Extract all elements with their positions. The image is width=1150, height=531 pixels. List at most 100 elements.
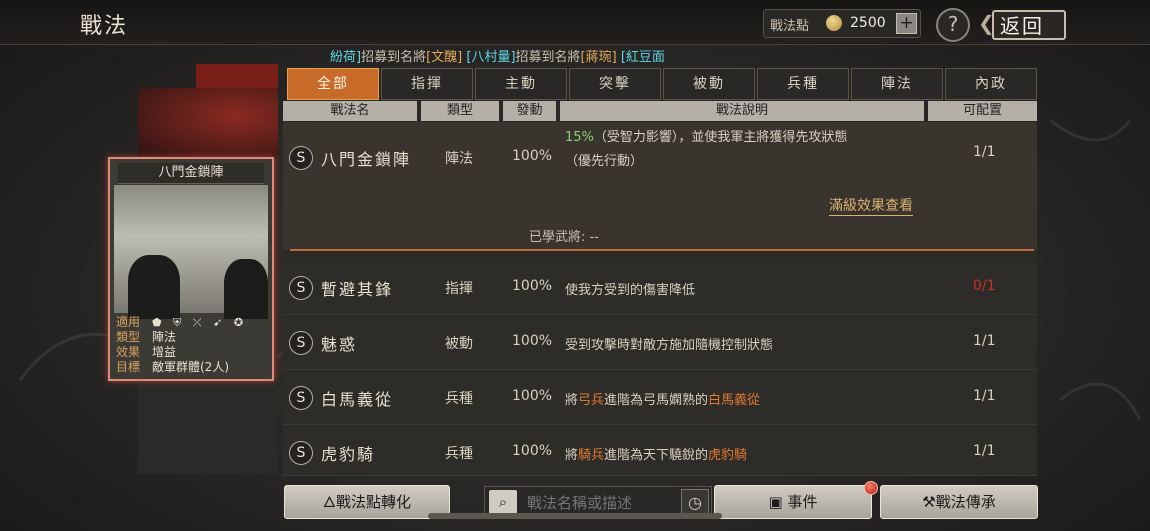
desc-highlight: 虎豹騎 <box>708 448 748 463</box>
category-tabs: 全部 指揮 主動 突擊 被動 兵種 陣法 內政 <box>287 68 1037 100</box>
tactic-description: 將弓兵進階為弓馬嫻熟的白馬義從 <box>565 389 760 408</box>
tactic-description: 使我方受到的傷害降低 <box>565 283 696 298</box>
top-bar: 戰法 戰法點 2500 + ? ❮ 返回 <box>0 0 1150 45</box>
tab-passive[interactable]: 被動 <box>663 68 755 100</box>
tactic-trigger-rate: 100% <box>512 148 553 164</box>
tactic-type: 指揮 <box>445 281 473 297</box>
tab-command[interactable]: 指揮 <box>381 68 473 100</box>
tactic-type: 兵種 <box>445 446 473 462</box>
tactic-slot-count: 1/1 <box>973 333 996 349</box>
tactic-slot-count: 0/1 <box>973 278 996 294</box>
column-header-trigger: 發動 <box>503 101 556 121</box>
learned-generals: 已學武將: -- <box>529 230 599 245</box>
camera-icon: ▣ <box>768 493 788 511</box>
ticker-segment: [紅豆面 <box>616 50 665 64</box>
desc-highlight: 弓兵 <box>578 393 605 408</box>
tactic-name: 暫避其鋒 <box>321 280 394 299</box>
tactic-description: 將騎兵進階為天下驍銳的虎豹騎 <box>565 444 747 463</box>
silhouette-figure <box>128 255 180 319</box>
tactic-row-expanded[interactable]: S 八門金鎖陣 陣法 100% 15%（受智力影響），並使我軍主將獲得先攻狀態 … <box>283 122 1037 250</box>
card-info-key: 效果 <box>116 345 141 359</box>
tactic-slot-count: 1/1 <box>973 144 996 160</box>
column-header-type: 類型 <box>421 101 499 121</box>
tactic-row[interactable]: S 暫避其鋒 指揮 100% 使我方受到的傷害降低 0/1 <box>283 262 1037 315</box>
rank-s-icon: S <box>289 146 313 170</box>
card-info-key: 適用 <box>116 315 141 329</box>
desc-text: 進階為弓馬嫻熟的 <box>604 393 709 408</box>
desc-highlight: 白馬義從 <box>708 393 761 408</box>
event-label: 事件 <box>787 493 818 511</box>
card-illustration <box>114 185 268 319</box>
tactic-type: 被動 <box>445 336 473 352</box>
card-title: 八門金鎖陣 <box>118 163 264 184</box>
tactic-row[interactable]: S 虎豹騎 兵種 100% 將騎兵進階為天下驍銳的虎豹騎 1/1 <box>283 427 1037 476</box>
tactic-slot-count: 1/1 <box>973 388 996 404</box>
selected-tactic-card: 八門金鎖陣 適用 ⬟ ⛨ ⤫ ➹ ✪ 類型 陣法 效果 增益 目標 敵軍群體(2人) <box>108 157 274 381</box>
card-info-key: 類型 <box>116 330 141 344</box>
card-info-key: 目標 <box>116 360 141 374</box>
card-info-row: 適用 ⬟ ⛨ ⤫ ➹ ✪ <box>116 315 266 330</box>
tab-troop[interactable]: 兵種 <box>757 68 849 100</box>
tab-all[interactable]: 全部 <box>287 68 379 100</box>
desc-text: 將 <box>565 448 579 463</box>
card-info-value: 敵軍群體(2人) <box>152 360 229 374</box>
notification-badge <box>864 481 878 495</box>
tab-internal[interactable]: 內政 <box>945 68 1037 100</box>
art-figure-top <box>138 88 278 158</box>
card-info: 適用 ⬟ ⛨ ⤫ ➹ ✪ 類型 陣法 效果 增益 目標 敵軍群體(2人) <box>116 315 266 375</box>
tab-formation[interactable]: 陣法 <box>851 68 943 100</box>
scroll-indicator[interactable] <box>428 513 722 519</box>
column-header-name: 戰法名 <box>283 101 417 121</box>
tactic-name: 魅惑 <box>321 335 358 354</box>
rank-s-icon: S <box>289 331 313 355</box>
tactic-trigger-rate: 100% <box>512 278 553 294</box>
event-button[interactable]: ▣ 事件 <box>714 485 872 519</box>
ticker-segment: [文醜] <box>426 50 463 64</box>
ticker-segment: 紛荷] <box>330 50 362 64</box>
ticker-segment: [八村量] <box>462 50 516 64</box>
tactic-trigger-rate: 100% <box>512 333 553 349</box>
help-button[interactable]: ? <box>936 8 970 42</box>
desc-text: （受智力影響），並使我軍主將獲得先攻狀態 <box>593 130 848 145</box>
search-icon[interactable]: ⌕ <box>489 490 517 514</box>
hammer-icon: ⚒ <box>922 493 936 511</box>
add-points-button[interactable]: + <box>896 13 917 34</box>
art-figure-bottom <box>138 378 278 474</box>
ticker-segment: [蔣琬] <box>580 50 617 64</box>
tactic-type: 陣法 <box>445 151 473 167</box>
troop-type-icons: ⬟ ⛨ ⤫ ➹ ✪ <box>152 316 248 329</box>
card-info-row: 類型 陣法 <box>116 330 266 345</box>
page-title: 戰法 <box>80 14 129 39</box>
rank-s-icon: S <box>289 276 313 300</box>
tactic-row[interactable]: S 白馬義從 兵種 100% 將弓兵進階為弓馬嫻熟的白馬義從 1/1 <box>283 372 1037 425</box>
silhouette-figure <box>224 259 268 319</box>
desc-highlight: 騎兵 <box>578 448 605 463</box>
card-info-value: 增益 <box>152 345 177 359</box>
tactic-row[interactable]: S 魅惑 被動 100% 受到攻擊時對敵方施加隨機控制狀態 1/1 <box>283 317 1037 370</box>
back-button[interactable]: ❮ 返回 <box>978 7 1076 40</box>
desc-text: 進階為天下驍銳的 <box>604 448 709 463</box>
max-level-effect-link[interactable]: 滿級效果查看 <box>829 195 913 216</box>
tab-active[interactable]: 主動 <box>475 68 567 100</box>
tactic-inherit-button[interactable]: ⚒戰法傳承 <box>880 485 1038 519</box>
search-input[interactable] <box>525 491 669 515</box>
tactic-trigger-rate: 100% <box>512 388 553 404</box>
card-info-row: 目標 敵軍群體(2人) <box>116 360 266 375</box>
convert-points-button[interactable]: 🜂戰法點轉化 <box>284 485 450 519</box>
tactic-description-line2: （優先行動） <box>565 154 644 169</box>
tactic-inherit-label: 戰法傳承 <box>935 493 996 511</box>
tab-assault[interactable]: 突擊 <box>569 68 661 100</box>
convert-points-label: 戰法點轉化 <box>336 493 412 511</box>
tactic-name: 虎豹騎 <box>321 445 376 464</box>
rank-s-icon: S <box>289 441 313 465</box>
tactic-name: 白馬義從 <box>321 390 394 409</box>
ticker-segment: 招募到名將 <box>361 50 427 64</box>
column-header-description: 戰法說明 <box>560 101 924 121</box>
desc-text: 將 <box>565 393 579 408</box>
coin-icon <box>826 15 842 31</box>
tactic-description-line1: 15%（受智力影響），並使我軍主將獲得先攻狀態 <box>565 126 847 145</box>
card-info-row: 效果 增益 <box>116 345 266 360</box>
points-value: 2500 <box>850 15 886 31</box>
rank-s-icon: S <box>289 386 313 410</box>
broadcast-ticker: 紛荷]招募到名將[文醜] [八村量]招募到名將[蔣琬] [紅豆面 <box>330 46 820 64</box>
